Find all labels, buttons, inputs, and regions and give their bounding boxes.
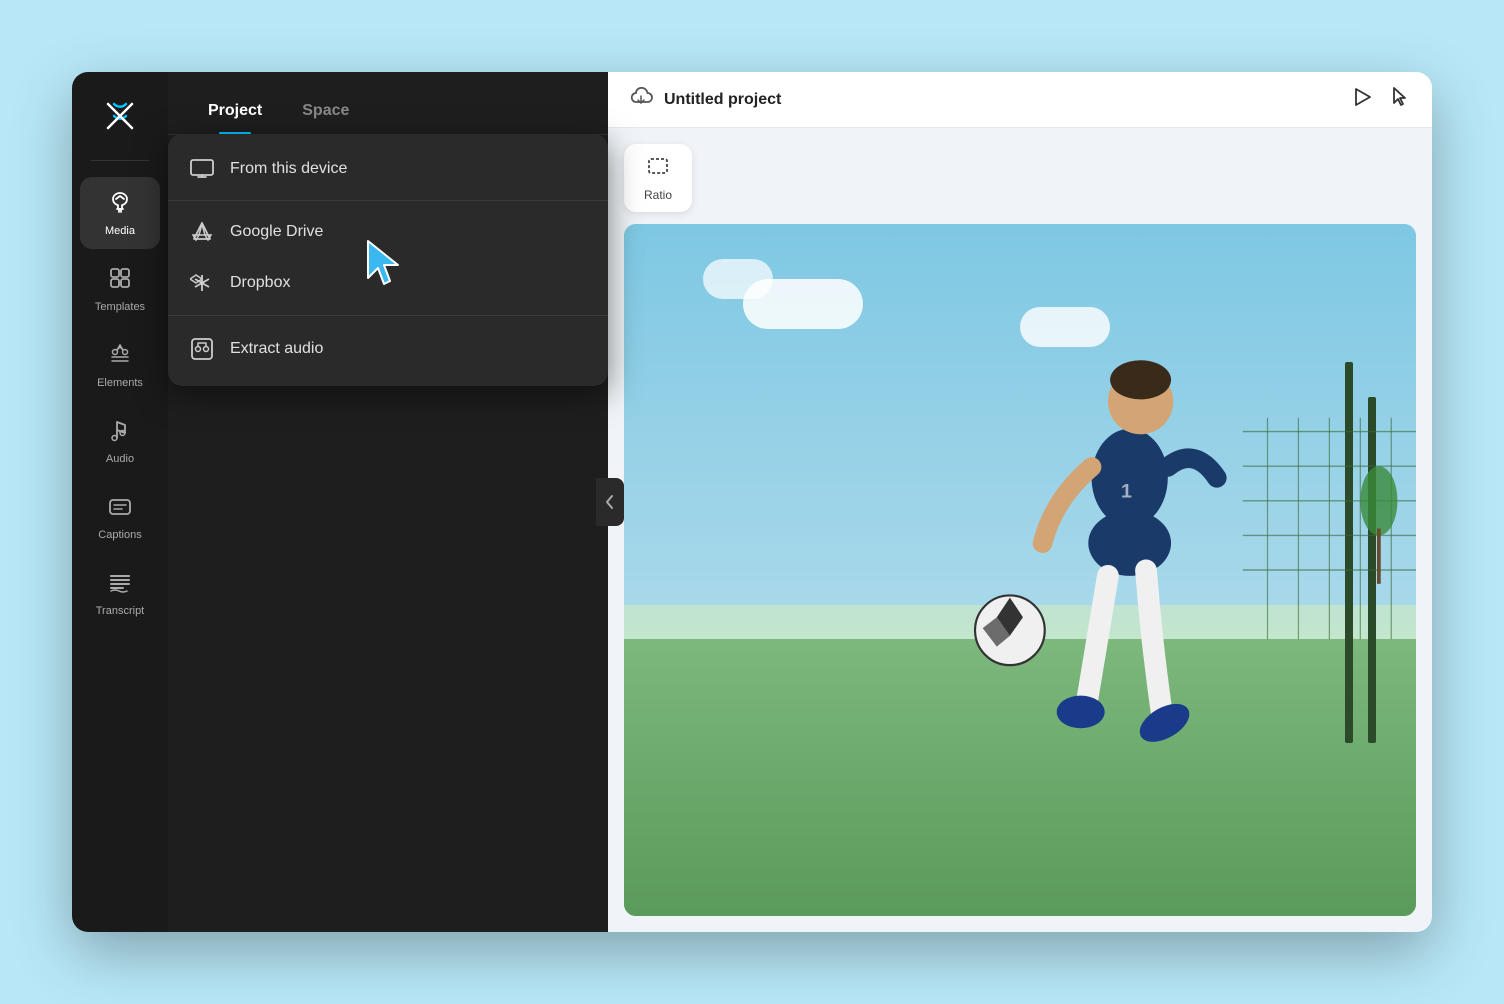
sidebar-divider xyxy=(91,160,149,161)
dropdown-item-extract[interactable]: Extract audio xyxy=(168,322,608,376)
dropdown-gdrive-label: Google Drive xyxy=(230,223,323,241)
ratio-icon xyxy=(646,154,670,184)
tab-space[interactable]: Space xyxy=(282,92,369,134)
sidebar-item-audio[interactable]: Audio xyxy=(80,405,160,477)
elements-icon xyxy=(107,341,133,371)
dropdown-extract-label: Extract audio xyxy=(230,340,323,358)
sidebar: Media Templates xyxy=(72,72,168,932)
sidebar-item-elements[interactable]: Elements xyxy=(80,329,160,401)
preview-container: Ratio xyxy=(608,128,1432,932)
elements-label: Elements xyxy=(97,377,143,389)
media-label: Media xyxy=(105,225,135,237)
media-icon xyxy=(107,189,133,219)
sidebar-item-transcript[interactable]: Transcript xyxy=(80,557,160,629)
captions-icon xyxy=(107,493,133,523)
image-background: 1 xyxy=(624,224,1416,916)
app-logo xyxy=(96,92,144,140)
ratio-button[interactable]: Ratio xyxy=(624,144,692,212)
transcript-label: Transcript xyxy=(96,605,145,617)
dropdown-item-gdrive[interactable]: Google Drive xyxy=(168,207,608,257)
app-container: Media Templates xyxy=(72,72,1432,932)
svg-text:1: 1 xyxy=(1121,480,1132,502)
dropdown-item-dropbox[interactable]: Dropbox xyxy=(168,257,608,309)
upload-dropdown: From this device xyxy=(168,134,608,386)
sidebar-item-media[interactable]: Media xyxy=(80,177,160,249)
sidebar-item-templates[interactable]: Templates xyxy=(80,253,160,325)
captions-label: Captions xyxy=(98,529,141,541)
header-right xyxy=(1350,85,1412,115)
cloud-save-icon xyxy=(628,84,654,116)
templates-label: Templates xyxy=(95,301,145,313)
project-title: Untitled project xyxy=(664,91,781,109)
audio-label: Audio xyxy=(106,453,134,465)
dropdown-dropbox-label: Dropbox xyxy=(230,274,290,292)
dropbox-icon xyxy=(188,271,216,295)
audio-icon xyxy=(107,417,133,447)
extract-audio-icon xyxy=(188,336,216,362)
templates-icon xyxy=(107,265,133,295)
panel-collapse-arrow[interactable] xyxy=(596,478,624,526)
sidebar-item-captions[interactable]: Captions xyxy=(80,481,160,553)
dropdown-sep-2 xyxy=(168,315,608,316)
transcript-icon xyxy=(107,569,133,599)
monitor-icon xyxy=(188,158,216,180)
media-panel: Project Space Upload xyxy=(168,72,608,932)
gdrive-icon xyxy=(188,221,216,243)
pointer-button[interactable] xyxy=(1388,85,1412,115)
main-header: Untitled project xyxy=(608,72,1432,128)
dropdown-item-device[interactable]: From this device xyxy=(168,144,608,194)
play-button[interactable] xyxy=(1350,85,1374,115)
dropdown-sep-1 xyxy=(168,200,608,201)
main-preview-area: Untitled project xyxy=(608,72,1432,932)
header-left: Untitled project xyxy=(628,84,781,116)
dropdown-device-label: From this device xyxy=(230,160,347,178)
soccer-player-image: 1 xyxy=(624,224,1416,916)
panel-content: Upload xyxy=(168,135,608,932)
ratio-label: Ratio xyxy=(644,188,672,202)
tab-project[interactable]: Project xyxy=(188,92,282,134)
panel-tabs: Project Space xyxy=(168,72,608,135)
